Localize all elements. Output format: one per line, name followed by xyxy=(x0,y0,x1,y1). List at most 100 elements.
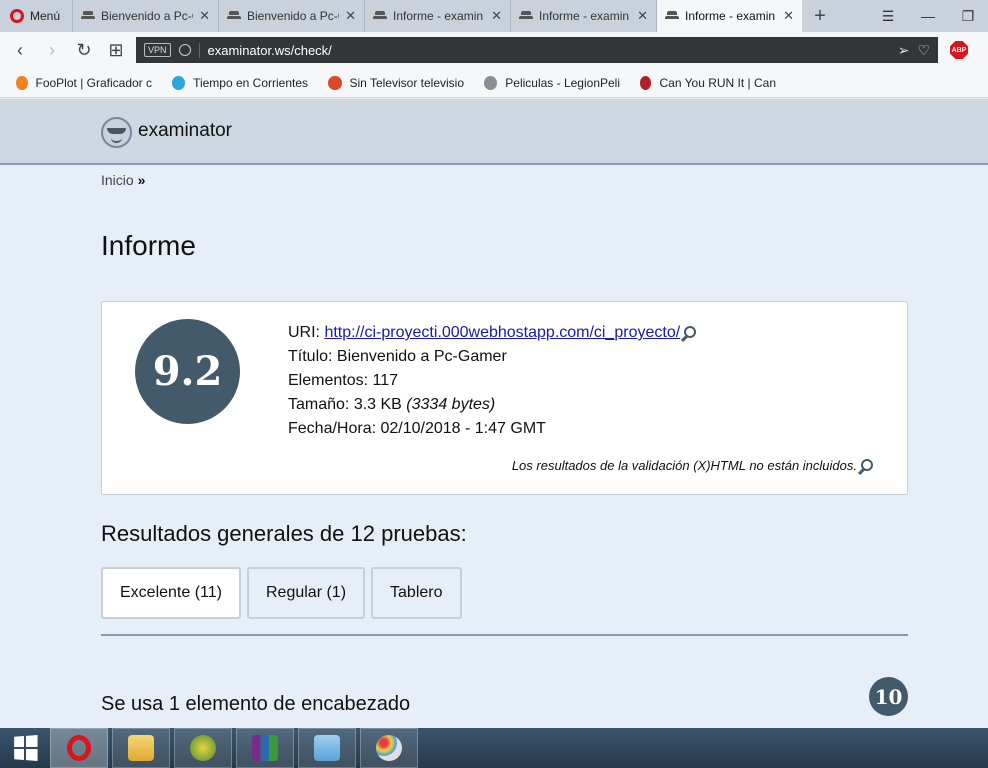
restore-icon[interactable]: ❐ xyxy=(948,0,988,32)
title-value: Bienvenido a Pc-Gamer xyxy=(336,348,507,365)
vpn-badge[interactable]: VPN xyxy=(144,43,171,57)
speed-dial-grid-icon[interactable]: ⊞ xyxy=(100,40,132,61)
tab-menu-icon[interactable]: ☰ xyxy=(868,0,908,32)
size-row: Tamaño: 3.3 KB (3334 bytes) xyxy=(288,393,696,417)
url-text[interactable]: examinator.ws/check/ xyxy=(198,42,890,58)
elements-value: 117 xyxy=(372,372,398,389)
elements-label: Elementos: xyxy=(288,372,373,389)
paint-palette-icon xyxy=(376,735,402,761)
tab-title: Informe - examin xyxy=(685,9,776,23)
score-badge: 9.2 xyxy=(135,319,240,424)
breadcrumb-separator: » xyxy=(137,172,146,188)
opera-app-icon xyxy=(67,735,91,761)
opera-logo-icon xyxy=(10,9,24,23)
incognito-favicon-icon xyxy=(665,11,679,21)
windows-taskbar xyxy=(0,728,988,768)
bookmark-item[interactable]: Sin Televisor televisio xyxy=(328,75,464,90)
globe-icon xyxy=(178,44,191,56)
globe-app-icon xyxy=(190,735,216,761)
bookmark-item[interactable]: Tiempo en Corrientes xyxy=(172,75,308,90)
bookmark-item[interactable]: Peliculas - LegionPeli xyxy=(484,75,620,90)
tab-excelente[interactable]: Excelente (11) xyxy=(101,567,241,619)
browser-tab-active[interactable]: Informe - examin ✕ xyxy=(656,0,802,32)
tab-close-icon[interactable]: ✕ xyxy=(345,8,356,24)
url-field[interactable]: VPN examinator.ws/check/ ➢ ♡ xyxy=(136,37,938,63)
tab-close-icon[interactable]: ✕ xyxy=(491,8,502,24)
incognito-favicon-icon xyxy=(81,11,95,21)
report-summary-card: 9.2 URI: http://ci-proyecti.000webhostap… xyxy=(101,301,908,495)
forward-arrow-icon[interactable]: › xyxy=(36,40,68,61)
site-logo-text[interactable]: examinator xyxy=(138,120,232,142)
incognito-favicon-icon xyxy=(519,11,533,21)
taskbar-file-explorer[interactable] xyxy=(112,728,170,768)
weather-favicon-icon xyxy=(172,75,186,90)
datetime-value: 02/10/2018 - 1:47 GMT xyxy=(380,420,546,437)
page-title: Informe xyxy=(101,230,196,261)
uri-row: URI: http://ci-proyecti.000webhostapp.co… xyxy=(288,321,697,345)
uri-link[interactable]: http://ci-proyecti.000webhostapp.com/ci_… xyxy=(324,324,680,341)
section-divider xyxy=(101,634,908,636)
bookmark-item[interactable]: Can You RUN It | Can xyxy=(640,75,776,90)
bookmark-item[interactable]: FooPlot | Graficador c xyxy=(16,75,153,90)
size-label: Tamaño: xyxy=(288,396,354,413)
windows-logo-icon xyxy=(14,735,38,761)
minimize-icon[interactable]: — xyxy=(908,0,948,32)
taskbar-app[interactable] xyxy=(174,728,232,768)
magnifier-icon[interactable] xyxy=(861,459,873,471)
results-heading: Resultados generales de 12 pruebas: xyxy=(101,521,467,546)
opera-menu-button[interactable]: Menú xyxy=(0,0,72,32)
browser-tab-bar: Menú Bienvenido a Pc-G ✕ Bienvenido a Pc… xyxy=(0,0,988,32)
validation-note-text: Los resultados de la validación (X)HTML … xyxy=(511,458,857,473)
bookmark-label: FooPlot | Graficador c xyxy=(35,75,153,90)
uri-label: URI: xyxy=(288,324,325,341)
taskbar-winrar[interactable] xyxy=(236,728,294,768)
back-arrow-icon[interactable]: ‹ xyxy=(4,40,36,61)
browser-tab[interactable]: Bienvenido a Pc-G ✕ xyxy=(218,0,364,32)
url-actions: ➢ ♡ xyxy=(898,42,930,59)
datetime-row: Fecha/Hora: 02/10/2018 - 1:47 GMT xyxy=(288,417,696,441)
fooplot-favicon-icon xyxy=(16,75,28,90)
start-button[interactable] xyxy=(0,728,50,768)
elements-row: Elementos: 117 xyxy=(288,369,696,393)
datetime-label: Fecha/Hora: xyxy=(288,420,381,437)
tab-title: Bienvenido a Pc-G xyxy=(247,9,340,23)
notepad-app-icon xyxy=(314,735,340,761)
breadcrumb-home-link[interactable]: Inicio xyxy=(101,172,134,188)
magnifier-icon[interactable] xyxy=(684,326,697,338)
address-toolbar: ‹ › ↻ ⊞ VPN examinator.ws/check/ ➢ ♡ ABP xyxy=(0,32,988,68)
new-tab-button[interactable]: + xyxy=(802,0,838,32)
winrar-books-icon xyxy=(252,735,278,761)
tab-close-icon[interactable]: ✕ xyxy=(199,8,210,24)
tab-regular[interactable]: Regular (1) xyxy=(246,567,366,619)
tab-close-icon[interactable]: ✕ xyxy=(637,8,648,24)
tab-title: Bienvenido a Pc-G xyxy=(101,9,194,23)
incognito-favicon-icon xyxy=(373,11,387,21)
site-header: examinator xyxy=(0,99,988,165)
tv-favicon-icon xyxy=(328,75,342,90)
size-value: 3.3 KB xyxy=(353,396,402,413)
adblock-plus-icon[interactable]: ABP xyxy=(950,41,968,59)
window-controls: ☰ — ❐ xyxy=(868,0,988,32)
breadcrumb: Inicio » xyxy=(101,172,145,188)
report-info: URI: http://ci-proyecti.000webhostapp.co… xyxy=(288,321,697,441)
title-row: Título: Bienvenido a Pc-Gamer xyxy=(288,345,696,369)
menu-label: Menú xyxy=(30,9,61,23)
browser-tab[interactable]: Bienvenido a Pc-G ✕ xyxy=(72,0,218,32)
taskbar-paint[interactable] xyxy=(360,728,418,768)
spy-face-logo-icon[interactable] xyxy=(101,117,132,148)
result-score-badge: 10 xyxy=(869,677,908,716)
tab-tablero[interactable]: Tablero xyxy=(371,567,462,619)
incognito-favicon-icon xyxy=(227,11,241,21)
taskbar-opera[interactable] xyxy=(50,728,108,768)
size-bytes: (3334 bytes) xyxy=(406,396,496,413)
send-icon[interactable]: ➢ xyxy=(898,42,910,59)
tab-close-icon[interactable]: ✕ xyxy=(783,8,794,24)
browser-tab[interactable]: Informe - examin ✕ xyxy=(364,0,510,32)
result-item-heading: Se usa 1 elemento de encabezado xyxy=(101,693,411,715)
heart-bookmark-icon[interactable]: ♡ xyxy=(917,42,930,59)
bookmarks-bar: FooPlot | Graficador c Tiempo en Corrien… xyxy=(0,68,988,98)
reload-icon[interactable]: ↻ xyxy=(68,40,100,61)
taskbar-notepad[interactable] xyxy=(298,728,356,768)
browser-tab[interactable]: Informe - examin ✕ xyxy=(510,0,656,32)
film-reel-favicon-icon xyxy=(484,75,498,90)
